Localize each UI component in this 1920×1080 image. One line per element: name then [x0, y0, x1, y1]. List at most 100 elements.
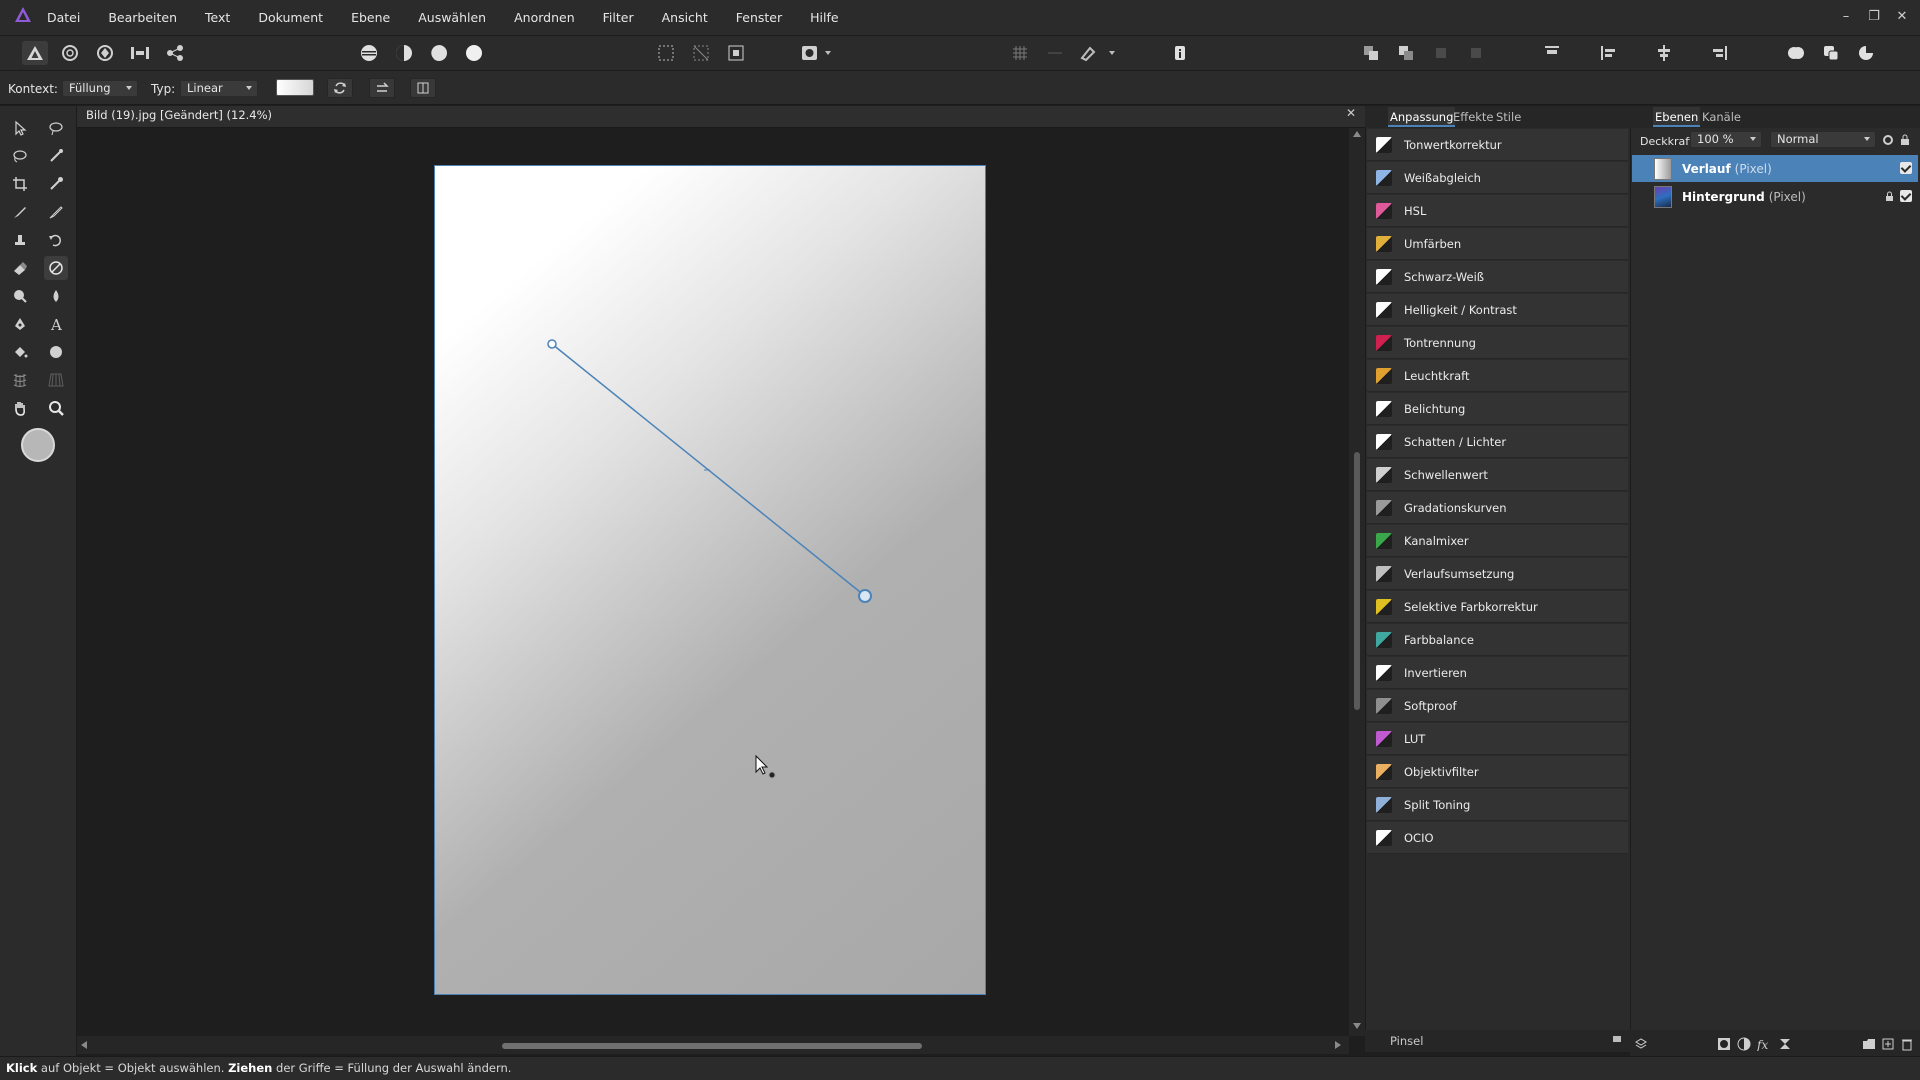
adjustment-item[interactable]: Schwarz-Weiß	[1367, 261, 1628, 293]
adjustment-item[interactable]: Selektive Farbkorrektur	[1367, 591, 1628, 623]
adjustment-item[interactable]: Verlaufsumsetzung	[1367, 558, 1628, 590]
adjustment-item[interactable]: Tonwertkorrektur	[1367, 129, 1628, 161]
adjustment-item[interactable]: Objektivfilter	[1367, 756, 1628, 788]
align-left-icon[interactable]	[1596, 43, 1620, 63]
hand-tool-icon[interactable]	[8, 396, 32, 420]
reverse-gradient-button[interactable]	[327, 78, 353, 98]
delete-layer-icon[interactable]	[1900, 1037, 1914, 1051]
select-all-icon[interactable]	[654, 43, 678, 63]
layer-lock-icon[interactable]	[1885, 191, 1894, 202]
blur-tool-icon[interactable]	[44, 284, 68, 308]
menu-ansicht[interactable]: Ansicht	[662, 10, 708, 25]
context-select[interactable]: Füllung	[62, 80, 138, 97]
lasso-tool-icon[interactable]	[8, 144, 32, 168]
invert-selection-icon[interactable]	[724, 43, 748, 63]
adjustment-item[interactable]: Leuchtkraft	[1367, 360, 1628, 392]
tooltip-info-icon[interactable]	[1168, 43, 1192, 63]
menu-dokument[interactable]: Dokument	[258, 10, 323, 25]
zoom-tool-icon[interactable]	[44, 396, 68, 420]
grid-snap-icon[interactable]	[1008, 43, 1032, 63]
adjustment-item[interactable]: Schatten / Lichter	[1367, 426, 1628, 458]
gradient-tool-icon[interactable]	[44, 256, 68, 280]
move-tool-icon[interactable]	[8, 116, 32, 140]
affinity-photo-logo-icon[interactable]	[14, 6, 32, 24]
opacity-field[interactable]: 100 %	[1690, 131, 1762, 148]
scroll-up-icon[interactable]	[1352, 130, 1362, 138]
move-forward-icon[interactable]	[1394, 43, 1418, 63]
adjustment-item[interactable]: Umfärben	[1367, 228, 1628, 260]
tab-ebenen[interactable]: Ebenen	[1653, 107, 1701, 127]
adjustment-item[interactable]: Split Toning	[1367, 789, 1628, 821]
scroll-left-icon[interactable]	[80, 1040, 88, 1050]
layer-visibility-checkbox[interactable]	[1900, 162, 1912, 174]
layer-stack-icon[interactable]	[1634, 1037, 1648, 1051]
settings-icon[interactable]	[1882, 134, 1894, 146]
align-top-icon[interactable]	[1540, 43, 1564, 63]
send-to-back-icon[interactable]	[1464, 43, 1488, 63]
tab-effekte[interactable]: Effekte	[1451, 107, 1496, 127]
boolean-subtract-icon[interactable]	[1819, 43, 1843, 63]
menu-bearbeiten[interactable]: Bearbeiten	[108, 10, 177, 25]
menu-datei[interactable]: Datei	[47, 10, 80, 25]
color-swatch[interactable]	[21, 428, 55, 462]
auto-contrast-icon[interactable]	[392, 43, 416, 63]
horizontal-scroll-thumb[interactable]	[502, 1043, 922, 1049]
menu-text[interactable]: Text	[205, 10, 230, 25]
develop-persona-icon[interactable]	[93, 43, 117, 63]
scroll-down-icon[interactable]	[1352, 1022, 1362, 1030]
lock-icon[interactable]	[1900, 134, 1910, 146]
panel-menu-icon[interactable]	[1612, 1034, 1622, 1044]
adjustment-item[interactable]: Softproof	[1367, 690, 1628, 722]
menu-auswaehlen[interactable]: Auswählen	[418, 10, 486, 25]
layer-row-hintergrund[interactable]: Hintergrund (Pixel)	[1632, 183, 1918, 210]
scroll-right-icon[interactable]	[1334, 1040, 1342, 1050]
paint-brush-tool-icon[interactable]	[8, 200, 32, 224]
adjustment-item[interactable]: Gradationskurven	[1367, 492, 1628, 524]
mask-layer-icon[interactable]	[1717, 1037, 1731, 1051]
minimize-button[interactable]: –	[1832, 6, 1860, 28]
aspect-ratio-button[interactable]	[410, 78, 436, 98]
bring-to-front-icon[interactable]	[1359, 43, 1383, 63]
selection-brush-icon[interactable]	[44, 144, 68, 168]
restore-button[interactable]: ❐	[1860, 6, 1888, 28]
pixel-brush-icon[interactable]	[44, 200, 68, 224]
adjustment-item[interactable]: Tontrennung	[1367, 327, 1628, 359]
align-right-icon[interactable]	[1708, 43, 1732, 63]
fill-tool-icon[interactable]	[8, 340, 32, 364]
eraser-tool-icon[interactable]	[8, 256, 32, 280]
vertical-scroll-thumb[interactable]	[1354, 452, 1360, 710]
adjustment-item[interactable]: Belichtung	[1367, 393, 1628, 425]
ellipse-tool-icon[interactable]	[44, 340, 68, 364]
layer-row-verlauf[interactable]: Verlauf (Pixel)	[1632, 155, 1918, 182]
clone-stamp-icon[interactable]	[8, 228, 32, 252]
adjustment-item[interactable]: LUT	[1367, 723, 1628, 755]
snapping-icon[interactable]	[1078, 43, 1118, 63]
text-tool-icon[interactable]: A	[44, 312, 68, 336]
tab-anpassung[interactable]: Anpassung	[1388, 107, 1456, 127]
adjustment-item[interactable]: Schwellenwert	[1367, 459, 1628, 491]
tone-mapping-persona-icon[interactable]	[128, 43, 152, 63]
adjustment-item[interactable]: Farbbalance	[1367, 624, 1628, 656]
auto-white-balance-icon[interactable]	[462, 43, 486, 63]
adjustment-item[interactable]: Helligkeit / Kontrast	[1367, 294, 1628, 326]
live-filter-icon[interactable]	[1778, 1037, 1792, 1051]
auto-colors-icon[interactable]	[427, 43, 451, 63]
menu-hilfe[interactable]: Hilfe	[810, 10, 838, 25]
align-center-icon[interactable]	[1652, 43, 1676, 63]
auto-levels-icon[interactable]	[357, 43, 381, 63]
adjustment-item[interactable]: Invertieren	[1367, 657, 1628, 689]
menu-filter[interactable]: Filter	[603, 10, 634, 25]
quick-mask-icon[interactable]	[800, 43, 834, 63]
boolean-intersect-icon[interactable]	[1854, 43, 1878, 63]
boolean-add-icon[interactable]	[1784, 43, 1808, 63]
adjustment-item[interactable]: Kanalmixer	[1367, 525, 1628, 557]
close-window-button[interactable]: ✕	[1888, 6, 1916, 28]
adjustment-item[interactable]: HSL	[1367, 195, 1628, 227]
crop-tool-icon[interactable]	[8, 172, 32, 196]
mesh-warp-icon[interactable]	[8, 368, 32, 392]
pen-tool-icon[interactable]	[8, 312, 32, 336]
swap-colors-button[interactable]	[369, 78, 395, 98]
close-document-icon[interactable]: ✕	[1346, 106, 1356, 120]
adjustment-item[interactable]: Weißabgleich	[1367, 162, 1628, 194]
image-canvas[interactable]	[434, 165, 986, 995]
